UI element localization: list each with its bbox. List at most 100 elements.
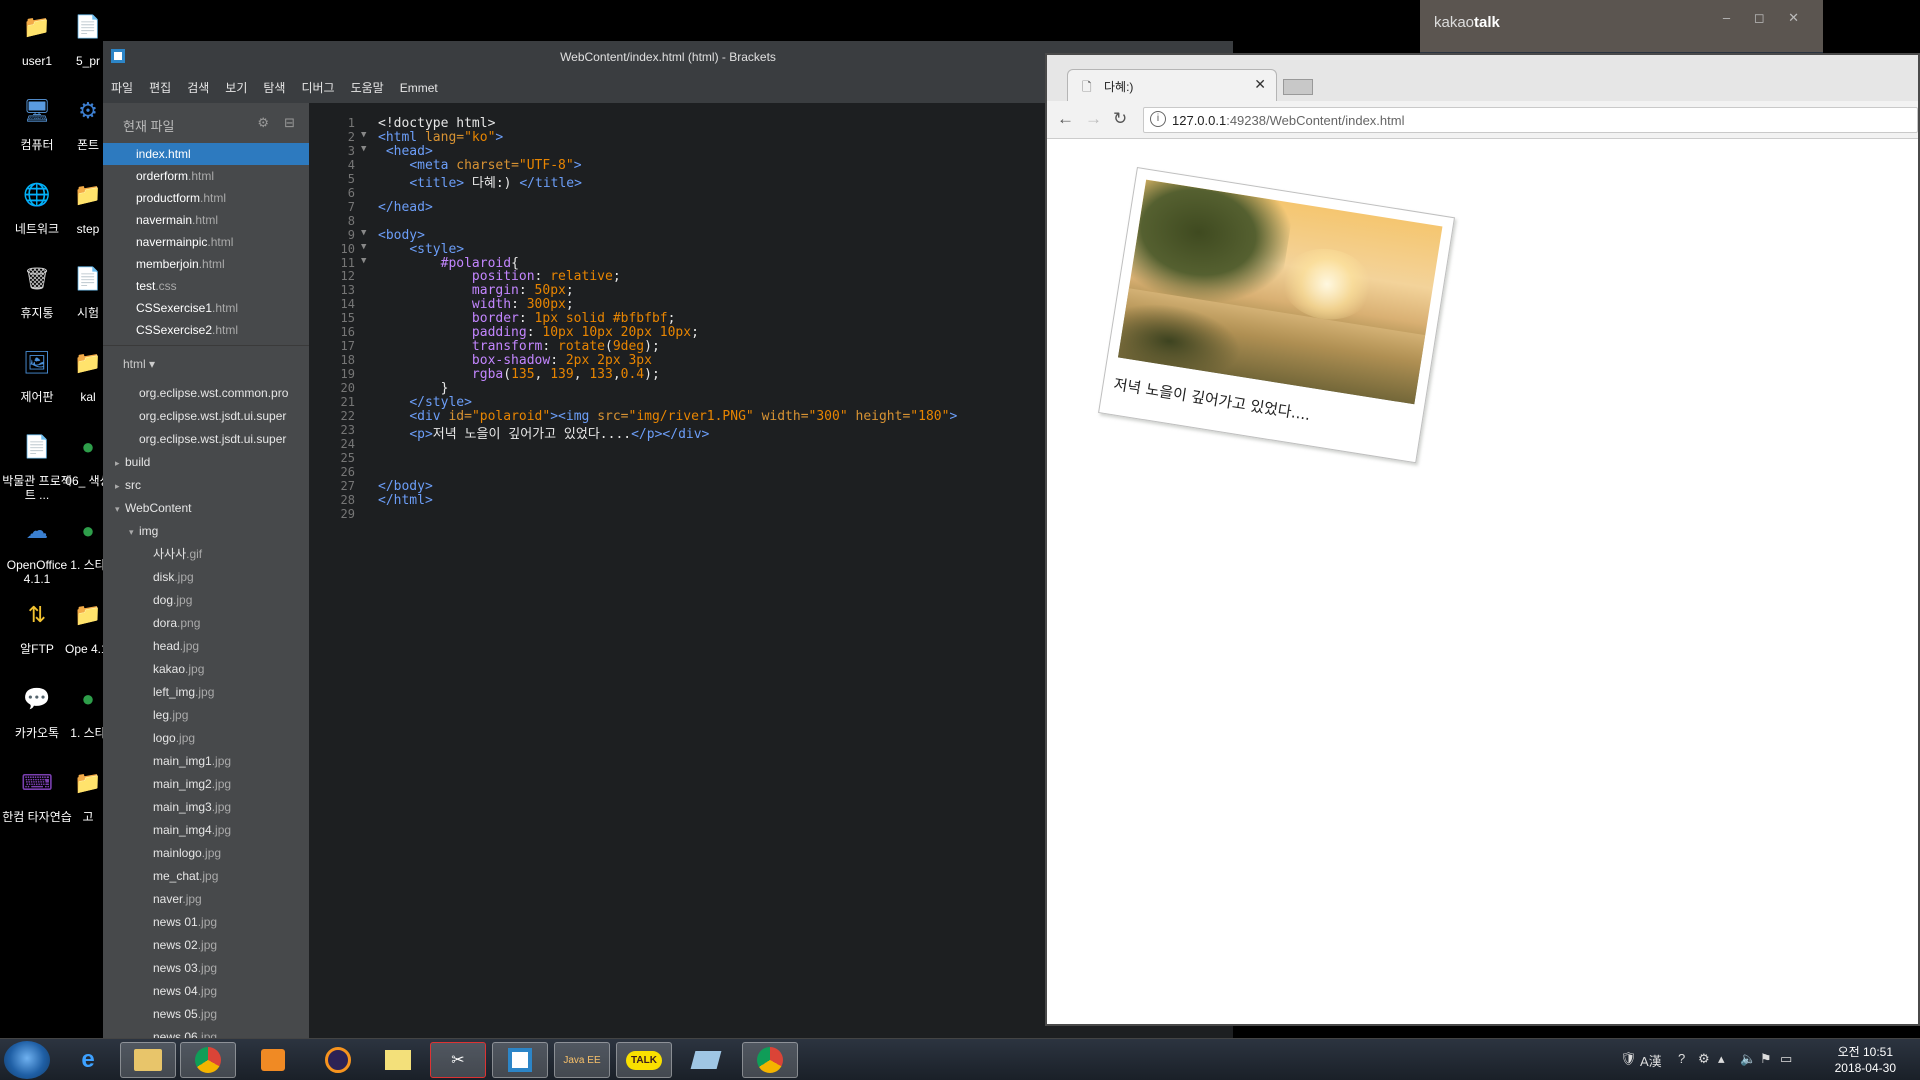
working-file-item[interactable]: index.html: [103, 143, 309, 165]
file-tree-item[interactable]: disk.jpg: [103, 566, 309, 589]
file-tree-item[interactable]: ▾ img: [103, 520, 309, 543]
file-tree-item[interactable]: org.eclipse.wst.jsdt.ui.super: [103, 428, 309, 451]
eclipse-icon[interactable]: [310, 1042, 366, 1078]
file-tree-item[interactable]: 사사사.gif: [103, 543, 309, 566]
file-tree-item[interactable]: ▾ WebContent: [103, 497, 309, 520]
close-tab-icon[interactable]: ✕: [1254, 76, 1266, 93]
menu-item[interactable]: 보기: [217, 73, 255, 103]
forward-icon[interactable]: →: [1085, 109, 1102, 129]
desktop-icon-image: 💬: [23, 686, 51, 711]
chrome-taskbar-icon[interactable]: [180, 1042, 236, 1078]
settings-icon[interactable]: ⚙: [1698, 1051, 1710, 1067]
menu-item[interactable]: 탐색: [255, 73, 293, 103]
working-file-item[interactable]: memberjoin.html: [103, 253, 309, 275]
working-file-item[interactable]: CSSexercise1.html: [103, 297, 309, 319]
file-tree-item[interactable]: mainlogo.jpg: [103, 842, 309, 865]
working-file-item[interactable]: navermain.html: [103, 209, 309, 231]
file-tree-item[interactable]: ▸ build: [103, 451, 309, 474]
show-hidden-icons[interactable]: ▴: [1718, 1051, 1725, 1067]
info-icon[interactable]: i: [1150, 111, 1166, 127]
file-tree-item[interactable]: org.eclipse.wst.jsdt.ui.super: [103, 405, 309, 428]
file-tree-item[interactable]: kakao.jpg: [103, 658, 309, 681]
chrome-taskbar-icon-2[interactable]: [742, 1042, 798, 1078]
folder-toggle-icon[interactable]: ▸: [115, 452, 125, 474]
file-tree-item[interactable]: main_img4.jpg: [103, 819, 309, 842]
folder-icon[interactable]: [370, 1042, 426, 1078]
split-view-icon[interactable]: ⊟: [284, 115, 295, 131]
menu-item[interactable]: 파일: [103, 73, 141, 103]
project-dropdown[interactable]: html ▾: [103, 346, 309, 382]
file-tree-item[interactable]: naver.jpg: [103, 888, 309, 911]
back-icon[interactable]: ←: [1057, 109, 1074, 129]
help-icon[interactable]: ?: [1678, 1051, 1685, 1066]
fold-toggle-icon[interactable]: ▼: [361, 242, 366, 252]
kakaotalk-window-controls[interactable]: – ◻ ✕: [1723, 10, 1809, 26]
file-tree-item[interactable]: dora.png: [103, 612, 309, 635]
working-file-item[interactable]: test.css: [103, 275, 309, 297]
file-tree-item[interactable]: main_img3.jpg: [103, 796, 309, 819]
file-tree-item[interactable]: left_img.jpg: [103, 681, 309, 704]
fold-toggle-icon[interactable]: ▼: [361, 256, 366, 266]
tree-item-name: news 05: [153, 1007, 198, 1021]
fold-toggle-icon[interactable]: ▼: [361, 144, 366, 154]
file-tree-item[interactable]: logo.jpg: [103, 727, 309, 750]
file-tree-item[interactable]: leg.jpg: [103, 704, 309, 727]
working-file-item[interactable]: navermainpic.html: [103, 231, 309, 253]
file-tree-item[interactable]: main_img1.jpg: [103, 750, 309, 773]
folder-toggle-icon[interactable]: ▾: [115, 498, 125, 520]
file-tree-item[interactable]: news 01.jpg: [103, 911, 309, 934]
snipping-tool-icon[interactable]: ✂: [430, 1042, 486, 1078]
file-tree-item[interactable]: dog.jpg: [103, 589, 309, 612]
tree-item-name: main_img1: [153, 754, 212, 768]
brackets-taskbar-icon[interactable]: [492, 1042, 548, 1078]
network-icon[interactable]: ⚑: [1760, 1051, 1772, 1067]
remote-desktop-icon[interactable]: [678, 1042, 734, 1078]
folder-toggle-icon[interactable]: ▸: [115, 475, 125, 497]
gear-icon[interactable]: ⚙: [257, 115, 269, 131]
file-tree-item[interactable]: main_img2.jpg: [103, 773, 309, 796]
menu-item[interactable]: 편집: [141, 73, 179, 103]
file-tree-item[interactable]: org.eclipse.wst.common.pro: [103, 382, 309, 405]
working-file-item[interactable]: orderform.html: [103, 165, 309, 187]
file-extension: .html: [164, 147, 191, 161]
media-player-icon[interactable]: [245, 1042, 301, 1078]
reload-icon[interactable]: ↻: [1113, 109, 1127, 129]
working-file-item[interactable]: CSSexercise2.html: [103, 319, 309, 341]
working-file-item[interactable]: productform.html: [103, 187, 309, 209]
kakaotalk-taskbar-icon[interactable]: TALK: [616, 1042, 672, 1078]
page-icon: 🗋: [1082, 80, 1092, 94]
code-line: border: 1px solid #bfbfbf;: [471, 311, 676, 327]
file-tree-item[interactable]: news 02.jpg: [103, 934, 309, 957]
start-button[interactable]: [4, 1041, 50, 1079]
internet-explorer-icon[interactable]: e: [60, 1042, 116, 1078]
tree-item-extension: .jpg: [211, 754, 232, 768]
folder-toggle-icon[interactable]: ▾: [129, 521, 139, 543]
menu-item[interactable]: 검색: [179, 73, 217, 103]
file-tree-item[interactable]: head.jpg: [103, 635, 309, 658]
chrome-tab[interactable]: 🗋 다혜:) ✕: [1067, 69, 1277, 101]
file-tree-item[interactable]: news 05.jpg: [103, 1003, 309, 1026]
file-explorer-icon[interactable]: [120, 1042, 176, 1078]
tree-item-extension: .jpg: [197, 938, 218, 952]
tree-item-extension: .jpg: [179, 639, 200, 653]
new-tab-button[interactable]: [1283, 79, 1313, 95]
clock[interactable]: 오전 10:51 2018-04-30: [1835, 1044, 1896, 1076]
menu-item[interactable]: Emmet: [392, 73, 446, 103]
code-line: <style>: [409, 241, 465, 257]
shield-icon[interactable]: 🛡: [1620, 1051, 1637, 1067]
address-bar[interactable]: i 127.0.0.1:49238/WebContent/index.html: [1143, 107, 1918, 133]
volume-icon[interactable]: 🔈: [1740, 1051, 1756, 1067]
java-ee-icon[interactable]: Java EE: [554, 1042, 610, 1078]
file-tree-item[interactable]: ▸ src: [103, 474, 309, 497]
desktop-icon-image: 🗑: [23, 266, 51, 291]
file-tree-item[interactable]: me_chat.jpg: [103, 865, 309, 888]
file-tree-item[interactable]: news 04.jpg: [103, 980, 309, 1003]
ime-icon[interactable]: A漢: [1640, 1051, 1662, 1070]
menu-item[interactable]: 도움말: [343, 73, 392, 103]
code-line: <html lang="ko">: [378, 129, 504, 145]
fold-toggle-icon[interactable]: ▼: [361, 130, 366, 140]
file-tree-item[interactable]: news 03.jpg: [103, 957, 309, 980]
fold-toggle-icon[interactable]: ▼: [361, 228, 366, 238]
action-center-icon[interactable]: ▭: [1780, 1051, 1792, 1067]
menu-item[interactable]: 디버그: [293, 73, 342, 103]
